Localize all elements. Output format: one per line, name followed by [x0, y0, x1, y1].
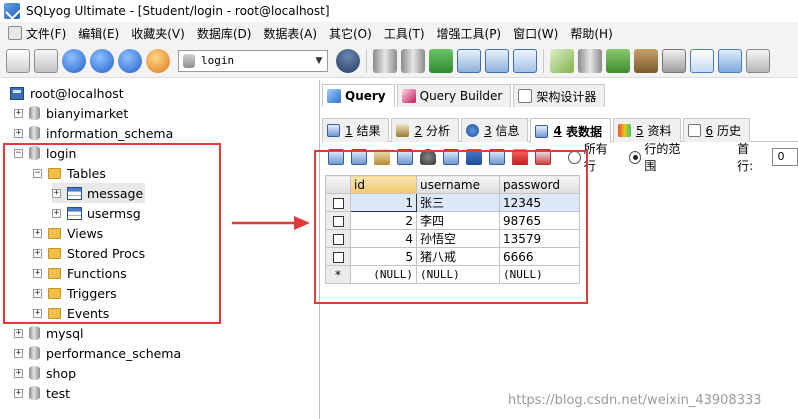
- server-icon: [10, 86, 24, 100]
- menu-edit[interactable]: 编辑(E): [73, 23, 126, 43]
- sqlyog-logo-icon: [4, 3, 20, 19]
- new-connection-icon[interactable]: [6, 48, 30, 73]
- menu-table[interactable]: 数据表(A): [258, 23, 324, 43]
- table-data-icon: [535, 124, 549, 138]
- results-icon: [327, 124, 340, 137]
- first-row-input[interactable]: 0: [772, 148, 798, 166]
- preferences-icon[interactable]: [746, 48, 770, 73]
- execute-icon[interactable]: [62, 48, 86, 73]
- tree-db-mysql[interactable]: + mysql: [14, 323, 84, 343]
- file-menu-icon: [8, 26, 22, 40]
- database-icon: [29, 326, 40, 340]
- query-builder-icon[interactable]: [513, 48, 537, 73]
- schema-icon[interactable]: [485, 48, 509, 73]
- db-sync-icon[interactable]: [578, 48, 602, 73]
- menu-power-tools[interactable]: 增强工具(P): [432, 23, 509, 43]
- annotation-box-tree: [3, 143, 221, 324]
- query-builder-icon: [401, 89, 416, 103]
- first-row-label: 首行:: [737, 142, 754, 173]
- watermark: https://blog.csdn.net/weixin_43908333: [508, 393, 762, 408]
- tab-schema-designer[interactable]: 架构设计器: [513, 84, 606, 107]
- query-icon: [327, 89, 341, 103]
- schema-designer-icon: [518, 89, 533, 103]
- report-icon[interactable]: [690, 48, 714, 73]
- toolbar-separator: [366, 48, 367, 73]
- title-bar: SQLyog Ultimate - [Student/login - root@…: [0, 0, 798, 22]
- import-icon[interactable]: [429, 48, 453, 73]
- chevron-down-icon[interactable]: ▼: [311, 51, 327, 71]
- tab-info[interactable]: 5 资料: [613, 118, 681, 142]
- database-icon: [29, 126, 40, 140]
- sync-icon[interactable]: [550, 48, 574, 73]
- database-icon: [183, 53, 195, 68]
- expand-icon[interactable]: +: [14, 128, 23, 138]
- tab-query[interactable]: Query: [322, 84, 395, 107]
- database-icon: [29, 346, 40, 360]
- expand-icon[interactable]: +: [14, 348, 23, 358]
- scheduler-icon[interactable]: [662, 48, 686, 73]
- refresh-icon[interactable]: [118, 48, 142, 73]
- tab-results[interactable]: 1 结果: [322, 118, 390, 142]
- stop-icon[interactable]: [146, 48, 170, 73]
- menu-favorites[interactable]: 收藏夹(V): [126, 23, 192, 43]
- expand-icon[interactable]: +: [14, 368, 23, 378]
- result-tabs: 1 结果 2 分析 3 信息 4 表数据 5 资料 6 历史: [322, 116, 798, 143]
- expand-icon[interactable]: +: [14, 328, 23, 338]
- notification-icon[interactable]: [718, 48, 742, 73]
- info-icon: [465, 124, 479, 137]
- menu-window[interactable]: 窗口(W): [508, 23, 565, 43]
- menu-database[interactable]: 数据库(D): [192, 23, 259, 43]
- menu-help[interactable]: 帮助(H): [565, 23, 619, 43]
- tree-db-test[interactable]: + test: [14, 383, 70, 403]
- expand-icon[interactable]: +: [14, 108, 23, 118]
- expand-icon[interactable]: +: [14, 388, 23, 398]
- menu-file[interactable]: 文件(F): [0, 23, 73, 43]
- execute-all-icon[interactable]: [90, 48, 114, 73]
- tree-db-shop[interactable]: + shop: [14, 363, 76, 383]
- radio-row-range[interactable]: 行的范围: [628, 140, 691, 174]
- table-grid-icon[interactable]: [457, 48, 481, 73]
- annotation-box-grid: [314, 150, 588, 304]
- database-selector-value: login: [201, 54, 235, 67]
- menu-other[interactable]: 其它(O): [324, 23, 379, 43]
- editor-tabs: Query Query Builder 架构设计器: [322, 84, 798, 108]
- toolbar-separator: [543, 48, 544, 73]
- tab-query-builder[interactable]: Query Builder: [396, 84, 512, 107]
- tree-db-information-schema[interactable]: + information_schema: [14, 123, 173, 143]
- tree-db-performance-schema[interactable]: + performance_schema: [14, 343, 181, 363]
- menu-tools[interactable]: 工具(T): [379, 23, 432, 43]
- tab-profiler[interactable]: 2 分析: [391, 118, 459, 142]
- new-query-icon[interactable]: [34, 48, 58, 73]
- migration-icon[interactable]: [634, 48, 658, 73]
- history-icon: [687, 124, 701, 137]
- radio-on-icon: [628, 150, 642, 164]
- info-chart-icon: [618, 124, 632, 137]
- tab-messages[interactable]: 3 信息: [460, 118, 529, 142]
- database-icon: [29, 106, 40, 120]
- restore-db-icon[interactable]: [401, 48, 425, 73]
- backup-db-icon[interactable]: [373, 48, 397, 73]
- database-icon: [29, 366, 40, 380]
- tree-db-bianyimarket[interactable]: + bianyimarket: [14, 103, 128, 123]
- user-manager-icon[interactable]: [336, 48, 360, 73]
- menu-bar: 文件(F) 编辑(E) 收藏夹(V) 数据库(D) 数据表(A) 其它(O) 工…: [0, 22, 798, 44]
- database-icon: [29, 386, 40, 400]
- window-title: SQLyog Ultimate - [Student/login - root@…: [26, 4, 330, 18]
- tree-connection[interactable]: root@localhost: [10, 83, 124, 103]
- annotation-arrow-icon: [232, 216, 310, 230]
- schema-sync-icon[interactable]: [606, 48, 630, 73]
- profiler-icon: [396, 124, 410, 137]
- database-selector[interactable]: login ▼: [178, 49, 328, 72]
- main-toolbar: login ▼: [0, 44, 798, 78]
- tab-history[interactable]: 6 历史: [682, 118, 750, 142]
